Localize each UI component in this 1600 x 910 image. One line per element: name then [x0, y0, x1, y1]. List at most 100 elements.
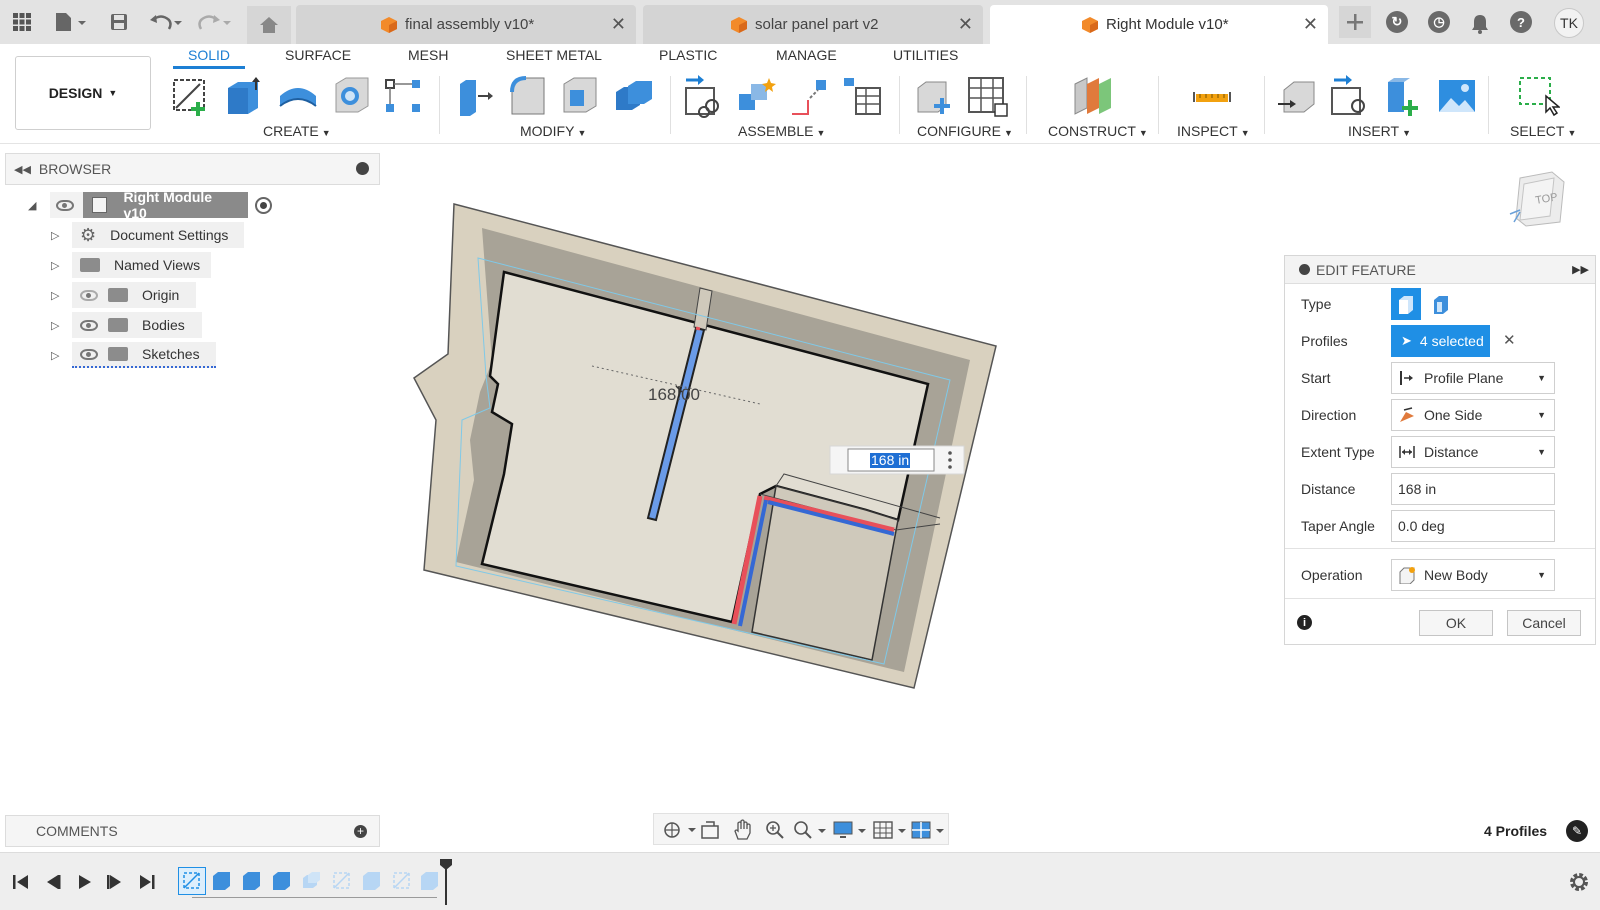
timeline-extrude-feature-icon[interactable]	[210, 869, 234, 893]
tab-utilities[interactable]: UTILITIES	[893, 47, 958, 63]
configuration-grid-icon[interactable]	[965, 74, 1009, 118]
close-icon[interactable]: ✕	[1303, 14, 1318, 35]
step-forward-icon[interactable]	[106, 873, 124, 891]
expand-triangle-icon[interactable]: ▷	[51, 229, 59, 242]
close-icon[interactable]: ✕	[611, 14, 626, 35]
expand-triangle-icon[interactable]: ▷	[51, 289, 59, 302]
hidden-eye-icon[interactable]	[80, 289, 98, 301]
start-select[interactable]: Profile Plane ▼	[1391, 362, 1555, 394]
browser-root-node[interactable]: Right Module v10	[50, 189, 248, 221]
revolve-icon[interactable]	[276, 74, 320, 118]
file-menu-icon[interactable]	[52, 6, 88, 38]
clear-selection-icon[interactable]: ✕	[1503, 331, 1516, 349]
notification-bell-icon[interactable]	[1468, 8, 1492, 40]
operation-select[interactable]: New Body ▼	[1391, 559, 1555, 591]
hole-icon[interactable]	[330, 74, 374, 118]
distance-input-value[interactable]: 168 in	[871, 452, 909, 468]
zoom-icon[interactable]	[764, 819, 786, 841]
inspect-menu[interactable]: INSPECT ▼	[1177, 123, 1250, 139]
extent-type-select[interactable]: Distance ▼	[1391, 436, 1555, 468]
selection-filter-icon[interactable]: ✎	[1566, 820, 1588, 842]
bill-of-materials-icon[interactable]	[840, 74, 884, 118]
combine-icon[interactable]	[612, 74, 656, 118]
play-icon[interactable]	[76, 873, 94, 891]
browser-item-sketches[interactable]: Sketches	[72, 342, 216, 368]
window-select-icon[interactable]	[1516, 74, 1560, 118]
expand-triangle-icon[interactable]: ▷	[51, 349, 59, 362]
taper-angle-field[interactable]: 0.0 deg	[1391, 510, 1555, 542]
job-status-icon[interactable]: ◷	[1428, 11, 1450, 33]
configure-menu[interactable]: CONFIGURE ▼	[917, 123, 1013, 139]
pan-hand-icon[interactable]	[732, 819, 754, 841]
expand-panel-icon[interactable]: ▶▶	[1572, 263, 1589, 276]
tab-manage[interactable]: MANAGE	[776, 47, 837, 63]
tab-right-module[interactable]: Right Module v10* ✕	[990, 5, 1328, 44]
help-icon[interactable]: ?	[1510, 11, 1532, 33]
create-menu[interactable]: CREATE ▼	[263, 123, 331, 139]
view-cube[interactable]: TOP	[1509, 171, 1565, 227]
extrude-icon[interactable]	[222, 74, 266, 118]
step-back-icon[interactable]	[44, 873, 62, 891]
assemble-menu[interactable]: ASSEMBLE ▼	[738, 123, 825, 139]
look-at-icon[interactable]	[700, 820, 720, 840]
browser-item-bodies[interactable]: Bodies	[72, 312, 202, 338]
timeline-extrude-feature-icon[interactable]	[360, 869, 384, 893]
collapse-triangle-icon[interactable]: ◢	[28, 199, 36, 212]
more-options-icon[interactable]	[948, 451, 952, 469]
pin-panel-icon[interactable]	[356, 162, 369, 175]
workspace-switcher-button[interactable]: DESIGN ▼	[15, 56, 151, 130]
cancel-button[interactable]: Cancel	[1507, 610, 1581, 636]
joint-icon[interactable]	[735, 74, 779, 118]
insert-mesh-icon[interactable]	[1382, 74, 1426, 118]
orbit-icon[interactable]	[662, 820, 702, 840]
home-icon[interactable]	[247, 6, 291, 44]
measure-icon[interactable]	[1190, 74, 1234, 118]
type-solid-button[interactable]	[1391, 288, 1421, 320]
timeline-marker-handle[interactable]	[438, 857, 454, 907]
go-to-start-icon[interactable]	[12, 873, 30, 891]
timeline-combine-feature-icon[interactable]	[300, 869, 324, 893]
expand-triangle-icon[interactable]: ▷	[51, 259, 59, 272]
grid-settings-icon[interactable]	[872, 819, 912, 841]
insert-mcmaster-icon[interactable]	[1328, 74, 1372, 118]
extensions-icon[interactable]: ↻	[1386, 11, 1408, 33]
direction-select[interactable]: One Side ▼	[1391, 399, 1555, 431]
type-thin-button[interactable]	[1429, 292, 1453, 316]
tab-solid[interactable]: SOLID	[188, 47, 230, 63]
construct-menu[interactable]: CONSTRUCT ▼	[1048, 123, 1148, 139]
viewports-icon[interactable]	[910, 819, 950, 841]
browser-item-document-settings[interactable]: ⚙ Document Settings	[72, 222, 244, 248]
timeline-extrude-feature-icon[interactable]	[270, 869, 294, 893]
modify-menu[interactable]: MODIFY ▼	[520, 123, 586, 139]
insert-canvas-image-icon[interactable]	[1435, 74, 1479, 118]
add-comment-icon[interactable]: +	[354, 825, 367, 838]
tab-final-assembly[interactable]: final assembly v10* ✕	[296, 5, 636, 44]
tab-mesh[interactable]: MESH	[408, 47, 448, 63]
redo-icon[interactable]	[196, 6, 232, 38]
offset-plane-icon[interactable]	[1071, 74, 1115, 118]
fit-zoom-icon[interactable]	[792, 819, 832, 841]
timeline-sketch-feature-icon[interactable]	[330, 869, 354, 893]
save-icon[interactable]	[107, 6, 131, 38]
app-grid-icon[interactable]	[10, 6, 34, 38]
shell-icon[interactable]	[558, 74, 602, 118]
select-menu[interactable]: SELECT ▼	[1510, 123, 1576, 139]
insert-menu[interactable]: INSERT ▼	[1348, 123, 1411, 139]
user-avatar[interactable]: TK	[1554, 8, 1584, 38]
tab-sheet-metal[interactable]: SHEET METAL	[506, 47, 602, 63]
timeline-sketch-feature[interactable]	[178, 867, 206, 895]
profiles-selection-button[interactable]: ➤ 4 selected	[1391, 325, 1490, 357]
display-settings-icon[interactable]	[832, 819, 872, 841]
visibility-eye-icon[interactable]	[80, 319, 98, 331]
distance-field[interactable]: 168 in	[1391, 473, 1555, 505]
pattern-icon[interactable]	[382, 74, 426, 118]
press-pull-icon[interactable]	[452, 74, 496, 118]
close-icon[interactable]: ✕	[958, 14, 973, 35]
browser-item-named-views[interactable]: Named Views	[72, 252, 211, 278]
expand-triangle-icon[interactable]: ▷	[51, 319, 59, 332]
visibility-eye-icon[interactable]	[56, 199, 74, 211]
tab-solar-panel-part[interactable]: solar panel part v2 ✕	[643, 5, 983, 44]
timeline-settings-gear-icon[interactable]	[1568, 871, 1590, 893]
motion-link-icon[interactable]	[788, 74, 832, 118]
collapse-panel-icon[interactable]: ◀◀	[14, 163, 31, 176]
